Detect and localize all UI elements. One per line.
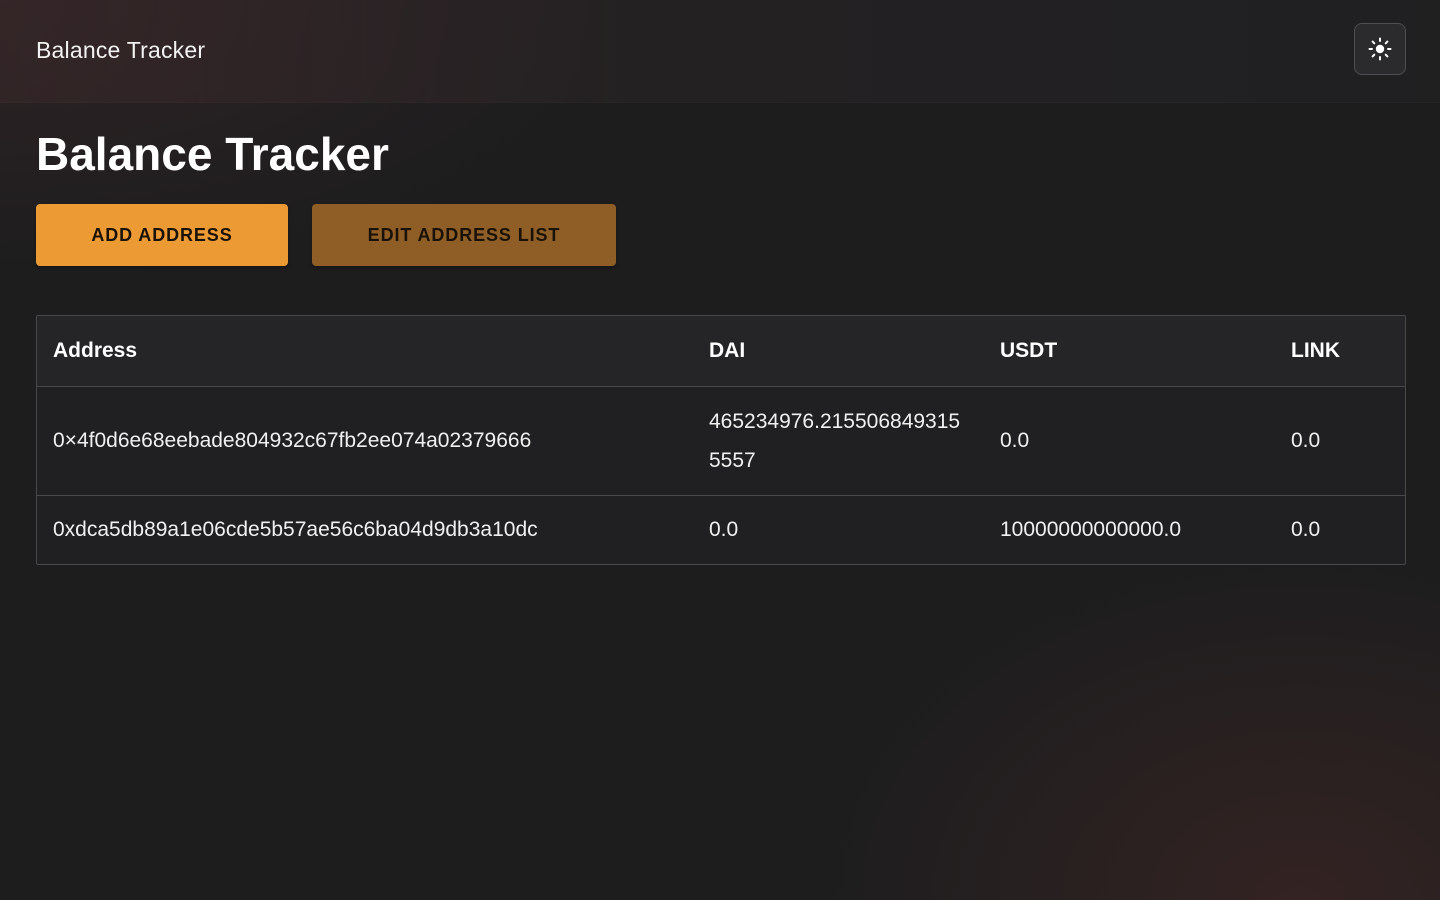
address-cell: 0xdca5db89a1e06cde5b57ae56c6ba04d9db3a10… xyxy=(53,518,538,542)
app-title: Balance Tracker xyxy=(36,37,206,63)
link-balance-cell: 0.0 xyxy=(1275,386,1405,496)
link-balance-cell: 0.0 xyxy=(1291,518,1321,542)
edit-address-list-button[interactable]: EDIT ADDRESS LIST xyxy=(312,204,616,266)
page-title: Balance Tracker xyxy=(36,128,389,180)
table-header-row: Address DAI USDT LINK xyxy=(37,316,1405,387)
column-header-usdt: USDT xyxy=(984,316,1275,387)
sun-icon xyxy=(1368,37,1392,61)
usdt-balance-cell: 0.0 xyxy=(984,386,1275,496)
dai-balance-cell: 465234976.2155068493155557 xyxy=(693,386,984,496)
theme-toggle-button[interactable] xyxy=(1354,23,1406,75)
usdt-balance-cell: 10000000000000.0 xyxy=(1000,518,1182,542)
column-header-link: LINK xyxy=(1275,316,1405,387)
add-address-button[interactable]: ADD ADDRESS xyxy=(36,204,288,266)
table-row: 0xdca5db89a1e06cde5b57ae56c6ba04d9db3a10… xyxy=(37,495,1405,564)
column-header-dai: DAI xyxy=(693,316,984,387)
column-header-address: Address xyxy=(37,316,693,387)
balances-table: Address DAI USDT LINK 0×4f0d6e68eebade80… xyxy=(36,315,1406,565)
address-cell: 0×4f0d6e68eebade804932c67fb2ee074a023796… xyxy=(37,386,693,496)
dai-balance-cell: 0.0 xyxy=(709,518,739,542)
table-row: 0×4f0d6e68eebade804932c67fb2ee074a023796… xyxy=(37,386,1405,496)
top-app-bar: Balance Tracker xyxy=(0,0,1440,103)
